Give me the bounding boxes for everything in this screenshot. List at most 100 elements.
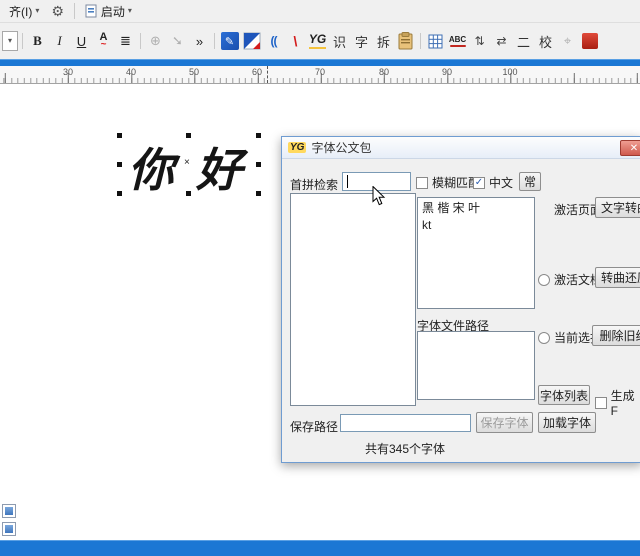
arrow-cursor-icon	[372, 186, 386, 206]
combo-dropdown-button[interactable]: ▾	[2, 31, 18, 51]
radio-icon	[538, 274, 550, 286]
text-caret	[347, 175, 348, 188]
chevron-down-icon: ▾	[35, 7, 39, 15]
horizontal-spacing-button[interactable]: ⇄	[491, 29, 512, 53]
spacing-vertical-icon: ⇅	[474, 34, 484, 48]
separator	[214, 33, 215, 49]
char-button[interactable]: 字	[351, 29, 372, 53]
selection-handle[interactable]	[256, 162, 261, 167]
bullet-list-button[interactable]: ≣	[115, 29, 136, 53]
page-thumb-icon[interactable]	[2, 522, 16, 536]
yg-plugin-button[interactable]: YG	[307, 29, 328, 53]
underline-button[interactable]: U	[71, 29, 92, 53]
spell-check-icon: A ~	[100, 32, 108, 50]
clipboard-icon	[398, 32, 413, 50]
checkbox-icon	[416, 177, 428, 189]
bold-button[interactable]: B	[27, 29, 48, 53]
radio-activate-page[interactable]: 激活页面	[538, 201, 602, 218]
selection-handle[interactable]	[117, 162, 122, 167]
nudge-button[interactable]: ➘	[167, 29, 188, 53]
close-icon: ✕	[630, 143, 638, 154]
toolbar: ▾ B I U A ~ ≣ ⊕ ➘ » ✎	[0, 22, 640, 59]
ruler-number: 90	[442, 67, 452, 77]
text-to-curve-button[interactable]: 文字转曲	[595, 197, 640, 218]
selection-handle[interactable]	[117, 191, 122, 196]
settings-button[interactable]: ⚙	[46, 1, 69, 22]
save-path-input[interactable]	[340, 414, 471, 432]
vertical-spacing-button[interactable]: ⇅	[469, 29, 490, 53]
chang-button[interactable]: 常	[519, 172, 541, 191]
menu-align-label: 齐(I)	[9, 3, 32, 20]
dialog-titlebar[interactable]: YG 字体公文包 ✕	[282, 137, 640, 159]
italic-button[interactable]: I	[49, 29, 70, 53]
gear-icon: ⚙	[51, 3, 64, 20]
grid-button[interactable]	[425, 29, 446, 53]
radio-activate-doc[interactable]: 激活文档	[538, 271, 602, 288]
ruler-number: 100	[502, 67, 517, 77]
delete-old-lines-button[interactable]: 删除旧线	[592, 325, 640, 346]
font-preview-list[interactable]: 黑 楷 宋 叶 kt	[417, 197, 535, 309]
font-path-list[interactable]	[417, 331, 535, 400]
list-item[interactable]: kt	[418, 217, 534, 233]
proof-two-button[interactable]: 二	[513, 29, 534, 53]
selection-handle[interactable]	[256, 191, 261, 196]
ruler-number: 80	[379, 67, 389, 77]
selection-handle[interactable]	[117, 133, 122, 138]
abc-arrow-icon: ABC	[449, 36, 466, 47]
selection-handle[interactable]	[256, 133, 261, 138]
selection-center-icon: ×	[184, 157, 190, 168]
toolbar-overflow-button[interactable]: »	[189, 29, 210, 53]
curve-restore-button[interactable]: 转曲还原	[595, 267, 640, 288]
selection-handle[interactable]	[186, 191, 191, 196]
split-color-plugin-button[interactable]	[241, 29, 262, 53]
clipboard-button[interactable]	[395, 29, 416, 53]
edit-plugin-button[interactable]: ✎	[219, 29, 240, 53]
red-tool-button[interactable]	[579, 29, 600, 53]
target-icon: ⌖	[564, 33, 571, 49]
chevron-double-icon: »	[196, 34, 203, 49]
ruler-number: 40	[126, 67, 136, 77]
parentheses-plugin-button[interactable]: ((	[263, 29, 284, 53]
spell-check-button[interactable]: A ~	[93, 29, 114, 53]
split-text-button[interactable]: 拆	[373, 29, 394, 53]
save-font-button[interactable]: 保存字体	[476, 412, 533, 433]
snap-center-button[interactable]: ⊕	[145, 29, 166, 53]
ruler-number: 50	[189, 67, 199, 77]
fuzzy-match-checkbox[interactable]: 模糊匹配	[416, 174, 480, 191]
mouse-cursor	[372, 186, 386, 209]
generate-label: 生成F	[611, 387, 640, 418]
menu-launch[interactable]: 启动 ▾	[80, 1, 137, 22]
page-thumb-icon[interactable]	[2, 504, 16, 518]
proof-check-button[interactable]: 校	[535, 29, 556, 53]
target-button[interactable]: ⌖	[557, 29, 578, 53]
app-window: 齐(I) ▾ ⚙ 启动 ▾ ▾ B I U A ~	[0, 0, 640, 556]
font-briefcase-dialog[interactable]: YG 字体公文包 ✕ 首拼检索 模糊匹配 ✓ 中文 常 黑 楷 宋 叶 kt	[281, 136, 640, 463]
selection-handle[interactable]	[186, 133, 191, 138]
yg-logo: YG	[288, 142, 306, 153]
selection-box[interactable]: ×	[120, 136, 258, 193]
chinese-checkbox[interactable]: ✓ 中文	[473, 174, 513, 191]
document-icon	[85, 4, 98, 18]
chevron-down-icon: ▾	[8, 37, 12, 45]
menu-align[interactable]: 齐(I) ▾	[4, 1, 44, 22]
separator	[74, 3, 75, 19]
generate-checkbox[interactable]: 生成F	[595, 387, 640, 418]
yg-logo: YG	[309, 33, 326, 48]
spacing-horizontal-icon: ⇄	[496, 34, 506, 48]
grid-icon	[428, 34, 443, 49]
recognize-button[interactable]: 识	[329, 29, 350, 53]
close-button[interactable]: ✕	[620, 140, 640, 156]
font-result-list[interactable]	[290, 193, 416, 406]
slash-plugin-button[interactable]: \	[285, 29, 306, 53]
font-list-button[interactable]: 字体列表	[538, 385, 590, 405]
chevron-down-icon: ▾	[128, 7, 132, 15]
chinese-label: 中文	[489, 174, 513, 191]
dialog-title: 字体公文包	[311, 139, 371, 156]
search-label: 首拼检索	[290, 176, 338, 193]
horizontal-ruler[interactable]: 30 40 50 60 70 80 90 100	[0, 66, 640, 84]
list-item[interactable]: 黑 楷 宋 叶	[418, 198, 534, 217]
load-font-button[interactable]: 加载字体	[538, 412, 596, 433]
bottom-blue-bar	[0, 540, 640, 556]
change-case-button[interactable]: ABC	[447, 29, 468, 53]
ruler-number: 30	[63, 67, 73, 77]
